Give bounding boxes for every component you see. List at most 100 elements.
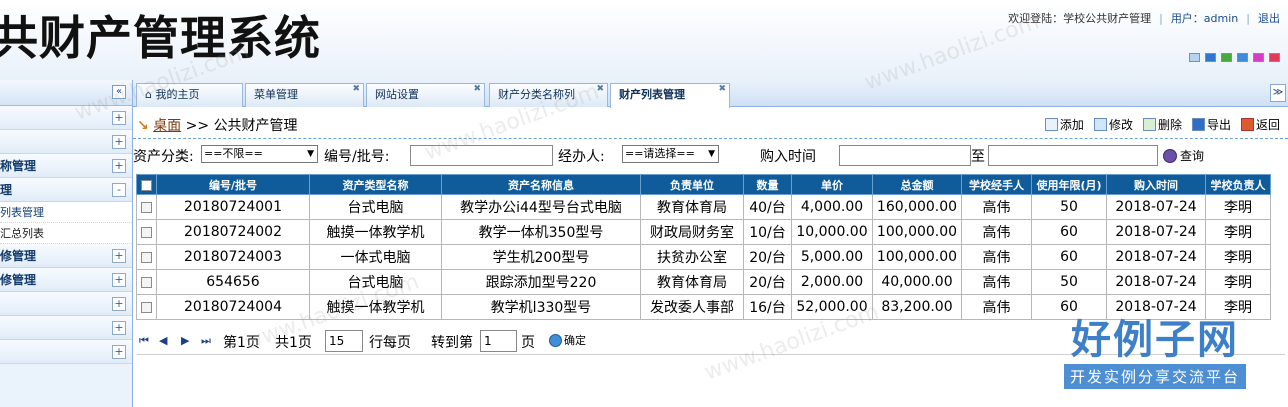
per-page-input[interactable]: 15 [325,330,363,352]
tab-site-settings[interactable]: 网站设置 ✖ [366,83,485,107]
expand-toggle-icon[interactable]: + [112,273,126,287]
breadcrumb-home-link[interactable]: 桌面 [153,118,181,134]
cell-lifespan: 60 [1031,219,1107,245]
table-row[interactable]: 20180724003 一体式电脑 学生机200型号 扶贫办公室 20/台 5,… [136,244,1271,270]
column-header[interactable]: 学校经手人 [961,174,1032,195]
cell-number: 654656 [156,269,310,295]
theme-swatch[interactable] [1205,53,1216,62]
sidebar-item-summary-list[interactable]: 汇总列表 [0,223,132,244]
sidebar-group[interactable]: 称管理 + [0,154,132,178]
back-label: 返回 [1255,118,1280,132]
category-select[interactable]: ==不限== ▼ [201,145,318,163]
edit-button[interactable]: 修改 [1093,116,1133,133]
current-page-text: 第1页 [223,335,260,351]
expand-toggle-icon[interactable]: + [112,249,126,263]
column-header[interactable]: 资产名称信息 [441,174,641,195]
column-header[interactable]: 单价 [791,174,873,195]
sidebar-collapse-button[interactable]: « [112,85,126,99]
column-header[interactable]: 资产类型名称 [309,174,442,195]
cell-department: 扶贫办公室 [640,244,744,270]
tab-home[interactable]: ⌂ 我的主页 [136,83,243,107]
globe-icon [549,333,562,347]
expand-toggle-icon[interactable]: + [112,297,126,311]
sidebar-group-expanded[interactable]: 理- [0,178,132,202]
column-header[interactable]: 购入时间 [1106,174,1206,195]
cell-number: 20180724002 [156,219,310,245]
theme-swatch[interactable] [1189,53,1200,62]
add-button[interactable]: 添加 [1044,116,1084,133]
sidebar-group[interactable]: + [0,316,132,340]
logout-link[interactable]: 退出 [1258,12,1280,25]
theme-swatch[interactable] [1269,53,1280,62]
date-end-input[interactable] [988,145,1158,166]
theme-swatch[interactable] [1221,53,1232,62]
delete-button[interactable]: 删除 [1142,116,1182,133]
expand-toggle-icon[interactable]: + [112,135,126,149]
next-page-icon[interactable]: ▶ [181,334,189,347]
row-select-cell [136,219,157,245]
collapse-toggle-icon[interactable]: - [112,183,126,197]
select-all-checkbox[interactable] [141,179,152,191]
column-header[interactable]: 数量 [743,174,792,195]
close-icon[interactable]: ✖ [596,84,604,94]
close-icon[interactable]: ✖ [718,84,726,94]
sidebar-item-property-list[interactable]: 列表管理 [0,202,132,223]
back-button[interactable]: 返回 [1240,116,1280,133]
edit-label: 修改 [1108,118,1133,132]
sidebar-group[interactable]: + [0,106,132,130]
first-page-icon[interactable]: ⏮ [139,334,149,348]
row-checkbox[interactable] [141,226,152,238]
last-page-icon[interactable]: ⏭ [201,334,211,348]
table-header-row: 编号/批号 资产类型名称 资产名称信息 负责单位 数量 单价 总金额 学校经手人… [136,174,1271,195]
export-button[interactable]: 导出 [1191,116,1231,133]
table-row[interactable]: 654656 台式电脑 跟踪添加型号220 教育体育局 20/台 2,000.0… [136,269,1271,295]
prev-page-icon[interactable]: ◀ [159,334,167,347]
column-header[interactable]: 使用年限(月) [1031,174,1107,195]
cell-name: 跟踪添加型号220 [441,269,641,295]
cell-type: 台式电脑 [309,269,442,295]
tab-strip: ⌂ 我的主页 菜单管理 ✖ 网站设置 ✖ 财产分类名称列 ✖ 财产列表管理 ✖ … [133,80,1288,108]
theme-swatch[interactable] [1253,53,1264,62]
cell-number: 20180724001 [156,194,310,220]
row-checkbox[interactable] [141,301,152,313]
sidebar-group[interactable]: + [0,340,132,364]
cell-type: 一体式电脑 [309,244,442,270]
search-button[interactable]: 查询 [1163,147,1204,164]
date-start-input[interactable] [839,145,971,166]
handler-select[interactable]: ==请选择== ▼ [622,145,719,163]
expand-toggle-icon[interactable]: + [112,159,126,173]
expand-toggle-icon[interactable]: + [112,321,126,335]
goto-page-input[interactable]: 1 [480,330,517,352]
column-header[interactable]: 学校负责人 [1205,174,1271,195]
edit-icon [1093,118,1107,131]
close-icon[interactable]: ✖ [473,84,481,94]
breadcrumb-bar: ↘ 桌面 >> 公共财产管理 添加 修改 删除 导出 返回 [133,108,1288,139]
per-page-label: 行每页 [369,335,411,351]
tab-menu-chevron-icon[interactable]: ≫ [1270,84,1286,102]
tab-property-list[interactable]: 财产列表管理 ✖ [610,83,730,108]
table-row[interactable]: 20180724001 台式电脑 教学办公i44型号台式电脑 教育体育局 40/… [136,194,1271,220]
row-checkbox[interactable] [141,251,152,263]
user-label: 用户：admin [1170,12,1239,25]
export-icon [1191,118,1205,131]
confirm-button[interactable]: 确定 [549,332,586,348]
expand-toggle-icon[interactable]: + [112,345,126,359]
theme-swatch[interactable] [1237,53,1248,62]
tab-menu-management[interactable]: 菜单管理 ✖ [245,83,364,107]
number-input[interactable] [410,145,553,166]
close-icon[interactable]: ✖ [352,84,360,94]
sidebar-group[interactable]: + [0,130,132,154]
sidebar-group[interactable]: 修管理 + [0,268,132,292]
column-header[interactable]: 编号/批号 [156,174,310,195]
sidebar-group[interactable]: 修管理 + [0,244,132,268]
handler-label: 经办人: [558,149,605,165]
sidebar-group[interactable]: + [0,292,132,316]
row-checkbox[interactable] [141,276,152,288]
dropdown-arrow-icon: ▼ [307,149,314,159]
row-checkbox[interactable] [141,201,152,213]
column-header[interactable]: 负责单位 [640,174,744,195]
expand-toggle-icon[interactable]: + [112,111,126,125]
column-header[interactable]: 总金额 [872,174,962,195]
tab-category-list[interactable]: 财产分类名称列 ✖ [489,83,608,107]
table-row[interactable]: 20180724002 触摸一体教学机 教学一体机350型号 财政局财务室 10… [136,219,1271,245]
